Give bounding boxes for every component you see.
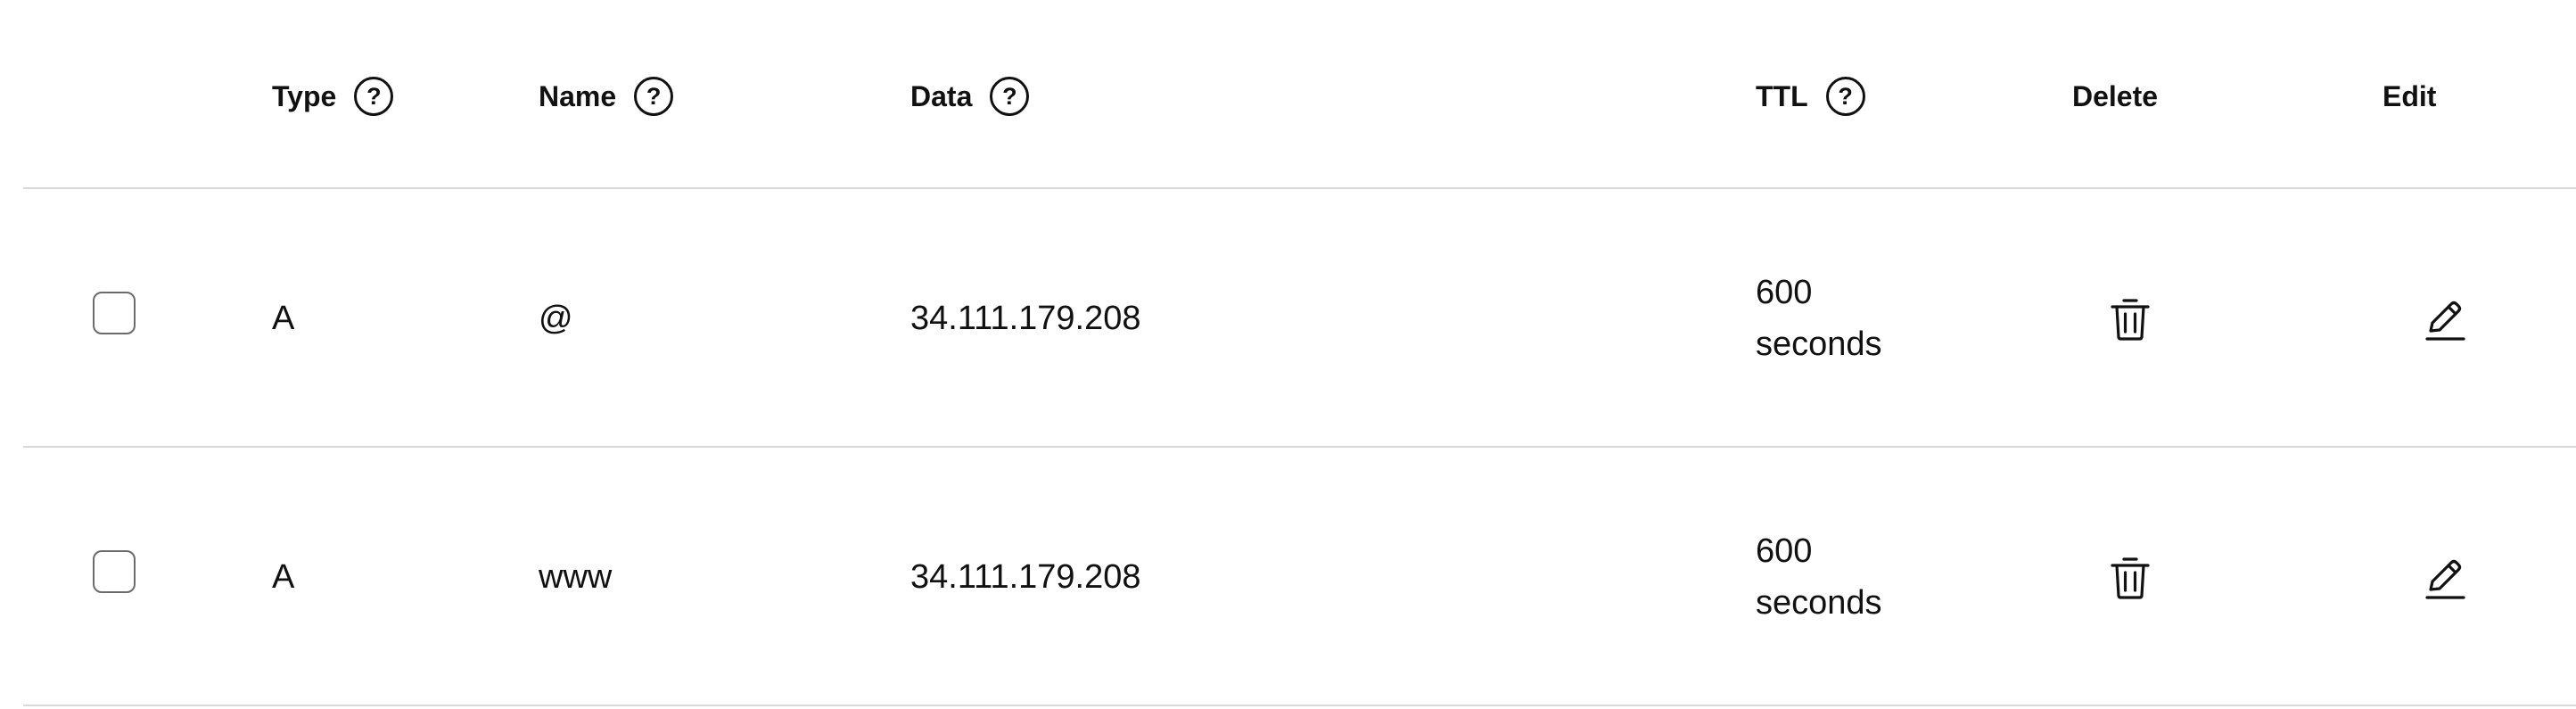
column-label-ttl: TTL [1756,79,1808,112]
row-select-checkbox[interactable] [93,550,136,593]
trash-icon [2111,557,2150,599]
column-label-edit: Edit [2383,79,2437,112]
record-type: A [272,557,295,596]
help-icon[interactable]: ? [354,77,394,116]
table-row: A @ 34.111.179.208 600 seconds [23,189,2576,448]
row-select-checkbox[interactable] [93,292,136,334]
pencil-icon [2425,559,2465,599]
help-icon[interactable]: ? [1825,77,1865,116]
column-label-delete: Delete [2072,79,2159,112]
record-name: www [539,557,613,596]
column-label-type: Type [272,79,337,112]
edit-button[interactable] [2420,553,2470,603]
dns-records-table: Type ? Name ? Data ? TTL ? Delete Edit A… [23,0,2576,706]
trash-icon [2111,299,2150,341]
column-header-edit: Edit [2383,77,2436,116]
record-ttl: 600 seconds [1756,448,1882,706]
table-header: Type ? Name ? Data ? TTL ? Delete Edit [23,0,2576,189]
edit-button[interactable] [2420,294,2470,344]
record-ttl: 600 seconds [1756,189,1882,448]
column-header-delete: Delete [2072,77,2158,116]
ttl-unit: seconds [1756,326,1882,363]
column-label-name: Name [539,79,617,112]
delete-button[interactable] [2105,553,2155,603]
ttl-value: 600 [1756,274,1813,311]
column-header-name: Name ? [539,77,674,116]
help-icon[interactable]: ? [634,77,674,116]
ttl-unit: seconds [1756,584,1882,622]
table-row: A www 34.111.179.208 600 seconds [23,448,2576,706]
help-icon[interactable]: ? [990,77,1030,116]
pencil-icon [2425,301,2465,341]
record-name: @ [539,299,573,337]
ttl-value: 600 [1756,532,1813,570]
delete-button[interactable] [2105,294,2155,344]
record-type: A [272,299,295,337]
column-header-ttl: TTL ? [1756,77,1865,116]
column-label-data: Data [910,79,973,112]
record-data: 34.111.179.208 [910,557,1141,596]
column-header-data: Data ? [910,77,1030,116]
column-header-type: Type ? [272,77,394,116]
record-data: 34.111.179.208 [910,299,1141,337]
